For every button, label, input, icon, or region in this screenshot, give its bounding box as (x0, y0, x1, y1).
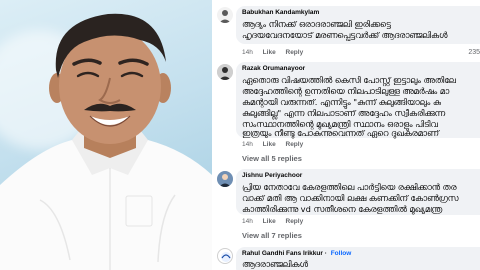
comment-time[interactable]: 14h (242, 141, 253, 148)
comment-bubble: ഏതൊരു വിഷയത്തിൽ കെസി പോസ്റ്റ് ഇട്ടാലും അ… (236, 62, 480, 138)
comment-text-line: കാത്തിരിക്കുന്നു vd സതീശനെ കേരളത്തിൽ മുഖ… (242, 204, 442, 214)
avatar[interactable] (217, 248, 233, 264)
comment-text-line: അദ്ദേഹത്തിന്റെ ഉന്നതിയെ നിലപാടിലുള്ള അമർ… (242, 86, 450, 96)
like-button[interactable]: Like (263, 218, 276, 225)
reply-button[interactable]: Reply (286, 49, 304, 56)
view-replies-link[interactable]: View all 7 replies (242, 231, 302, 240)
commenter-name[interactable]: Jishnu Periyachoor (242, 172, 302, 179)
commenter-name[interactable]: Babukhan Kandamkylam (242, 9, 319, 16)
like-button[interactable]: Like (263, 141, 276, 148)
reply-button[interactable]: Reply (286, 218, 304, 225)
politician-photo (0, 0, 212, 270)
commenter-name: Rahul Gandhi Fans Irikkur · Follow (242, 250, 351, 257)
comment-time[interactable]: 14h (242, 218, 253, 225)
commenter-name-text[interactable]: Rahul Gandhi Fans Irikkur (242, 250, 323, 257)
commenter-name[interactable]: Razak Orumanayoor (242, 65, 305, 72)
reaction-count[interactable]: 235 (468, 49, 480, 56)
avatar[interactable] (217, 7, 233, 23)
avatar[interactable] (217, 171, 233, 187)
like-button[interactable]: Like (263, 49, 276, 56)
reply-button[interactable]: Reply (286, 141, 304, 148)
comment-text-line: പ്രിയ നേതാവേ കേരളത്തിലെ പാർട്ടിയെ രക്ഷിക… (242, 182, 457, 192)
comment-actions: 14h Like Reply (242, 218, 311, 225)
comment-text-line: വാക്ക് മതി ആ വാക്കിനായി ലക്ഷ കണക്കിന് കോ… (242, 193, 459, 203)
view-replies-link[interactable]: View all 5 replies (242, 154, 302, 163)
comment-time[interactable]: 14h (242, 49, 253, 56)
comment-text-line: ഹൃദയവേദനയോട് മരണപ്പെട്ടവർക്ക് ആദരാഞ്ജലിക… (242, 30, 448, 40)
separator-dot: · (324, 250, 329, 257)
comment-text-line: കുലുങ്ങില്ല" എന്ന നിലപാടാണ് അദ്ദേഹം സ്വീ… (242, 108, 445, 118)
comment-text-line: ഏതൊരു വിഷയത്തിൽ കെസി പോസ്റ്റ് ഇട്ടാലും അ… (242, 75, 456, 85)
comment-actions: 14h Like Reply (242, 49, 311, 56)
comment-text-line: കമന്റായി വരുന്നത്. എന്നിട്ടും "കുന്ന് കു… (242, 97, 441, 107)
comment-actions: 14h Like Reply (242, 141, 311, 148)
comment-text-line: ഇത്രയും നീണ്ടു പോകുന്നുവെന്നത് ഏറെ ദുഖകര… (242, 128, 439, 138)
comment-text-line: ആദരാഞ്ജലികൾ (242, 259, 308, 269)
comments-panel: ആദ്യം നിനക്ക് ഒരാദരാഞ്ജലി ഇരിക്കട്ടെ ഹൃദ… (212, 0, 480, 270)
comment-text-line: ആദ്യം നിനക്ക് ഒരാദരാഞ്ജലി ഇരിക്കട്ടെ (242, 19, 391, 29)
follow-button[interactable]: Follow (331, 250, 352, 257)
avatar[interactable] (217, 64, 233, 80)
